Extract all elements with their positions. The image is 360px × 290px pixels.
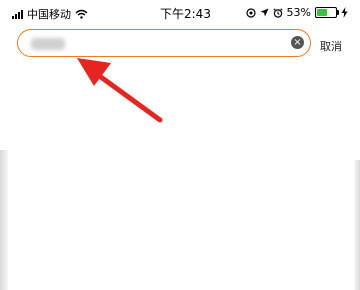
annotation-arrow (77, 58, 163, 123)
phone-screen: 中国移动 下午2:43 53% × 取消 (0, 0, 360, 290)
